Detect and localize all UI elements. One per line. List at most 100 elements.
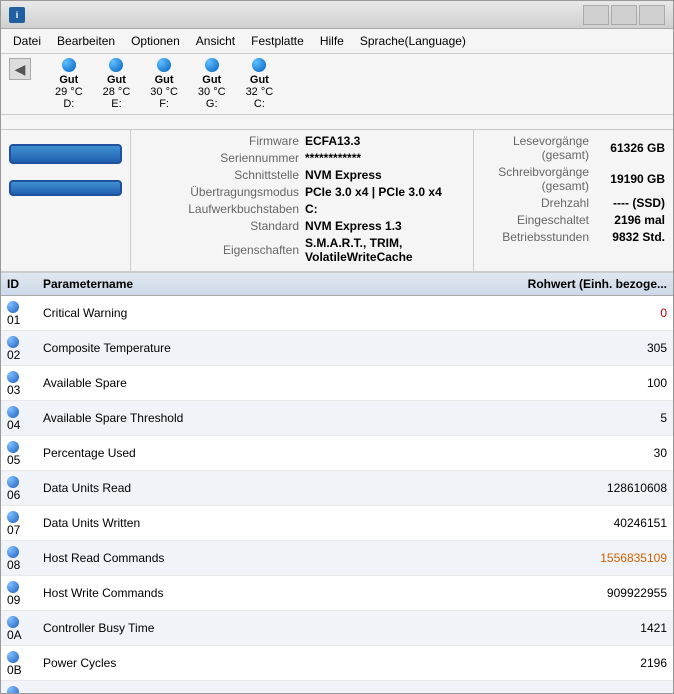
table-row[interactable]: 0B Power Cycles 2196 <box>1 646 673 681</box>
row-graph <box>493 681 513 694</box>
col-name: Parametername <box>37 273 493 296</box>
row-graph <box>493 471 513 506</box>
detail-key: Standard <box>139 219 299 233</box>
right-row: Lesevorgänge (gesamt) 61326 GB <box>482 134 665 162</box>
table-row[interactable]: 0A Controller Busy Time 1421 <box>1 611 673 646</box>
drive-temp: 29 °C <box>55 86 83 98</box>
row-name: Controller Busy Time <box>37 611 493 646</box>
row-graph <box>493 296 513 331</box>
menu-item-ansicht[interactable]: Ansicht <box>188 31 243 51</box>
device-title <box>1 115 673 130</box>
menu-item-hilfe[interactable]: Hilfe <box>312 31 352 51</box>
detail-val: PCIe 3.0 x4 | PCIe 3.0 x4 <box>305 185 442 199</box>
detail-row: Firmware ECFA13.3 <box>139 134 465 148</box>
menu-item-sprache(language)[interactable]: Sprache(Language) <box>352 31 474 51</box>
row-graph <box>493 331 513 366</box>
drive-item-G[interactable]: Gut 30 °C G: <box>198 58 226 110</box>
menu-item-optionen[interactable]: Optionen <box>123 31 188 51</box>
right-key: Schreibvorgänge (gesamt) <box>482 165 589 193</box>
row-graph <box>493 506 513 541</box>
table-row[interactable]: 06 Data Units Read 128610608 <box>1 471 673 506</box>
menu-item-datei[interactable]: Datei <box>5 31 49 51</box>
close-button[interactable] <box>639 5 665 25</box>
right-row: Eingeschaltet 2196 mal <box>482 213 665 227</box>
menu-item-bearbeiten[interactable]: Bearbeiten <box>49 31 123 51</box>
detail-row: Standard NVM Express 1.3 <box>139 219 465 233</box>
drive-dot <box>157 58 171 72</box>
drive-dot <box>62 58 76 72</box>
right-key: Drehzahl <box>482 196 589 210</box>
row-graph <box>493 646 513 681</box>
detail-row: Übertragungsmodus PCIe 3.0 x4 | PCIe 3.0… <box>139 185 465 199</box>
table-row[interactable]: 07 Data Units Written 40246151 <box>1 506 673 541</box>
drive-item-E[interactable]: Gut 28 °C E: <box>103 58 131 110</box>
maximize-button[interactable] <box>611 5 637 25</box>
row-value: 0 <box>513 296 673 331</box>
row-dot <box>7 651 19 663</box>
row-id: 05 <box>1 436 37 471</box>
table-row[interactable]: 08 Host Read Commands 1556835109 <box>1 541 673 576</box>
table-row[interactable]: 02 Composite Temperature 305 <box>1 331 673 366</box>
table-row[interactable]: 09 Host Write Commands 909922955 <box>1 576 673 611</box>
row-name: Power Cycles <box>37 646 493 681</box>
right-val: 2196 mal <box>595 213 665 227</box>
drive-item-C[interactable]: Gut 32 °C C: <box>246 58 274 110</box>
row-id: 07 <box>1 506 37 541</box>
right-key: Eingeschaltet <box>482 213 589 227</box>
temperature-box <box>9 180 122 196</box>
row-value: 5 <box>513 401 673 436</box>
drive-item-F[interactable]: Gut 30 °C F: <box>150 58 178 110</box>
detail-key: Laufwerkbuchstaben <box>139 202 299 216</box>
col-empty <box>493 273 513 296</box>
row-dot <box>7 476 19 488</box>
drive-health-label: Gut <box>59 74 78 86</box>
right-row: Drehzahl ---- (SSD) <box>482 196 665 210</box>
drive-health-label: Gut <box>250 74 269 86</box>
prev-drive-button[interactable]: ◀ <box>9 58 31 80</box>
main-window: i DateiBearbeitenOptionenAnsichtFestplat… <box>0 0 674 694</box>
row-dot <box>7 686 19 693</box>
drive-dot <box>205 58 219 72</box>
row-graph <box>493 366 513 401</box>
row-value: 1556835109 <box>513 541 673 576</box>
row-value: 305 <box>513 331 673 366</box>
window-controls <box>583 5 665 25</box>
row-graph <box>493 576 513 611</box>
table-row[interactable]: 01 Critical Warning 0 <box>1 296 673 331</box>
table-row[interactable]: 03 Available Spare 100 <box>1 366 673 401</box>
detail-key: Eigenschaften <box>139 243 299 257</box>
row-graph <box>493 541 513 576</box>
detail-val: S.M.A.R.T., TRIM, VolatileWriteCache <box>305 236 465 264</box>
app-icon: i <box>9 7 25 23</box>
row-value: 2196 <box>513 646 673 681</box>
row-dot <box>7 441 19 453</box>
row-id: 03 <box>1 366 37 401</box>
table-row[interactable]: 0C Power On Hours 9832 <box>1 681 673 694</box>
detail-panel: Firmware ECFA13.3 Seriennummer *********… <box>131 130 473 271</box>
minimize-button[interactable] <box>583 5 609 25</box>
drive-temp: 30 °C <box>150 86 178 98</box>
drive-item-D[interactable]: Gut 29 °C D: <box>55 58 83 110</box>
info-section: Firmware ECFA13.3 Seriennummer *********… <box>1 130 673 272</box>
drive-dot <box>252 58 266 72</box>
row-name: Available Spare <box>37 366 493 401</box>
row-id: 0A <box>1 611 37 646</box>
row-id: 04 <box>1 401 37 436</box>
health-status-box <box>9 144 122 164</box>
drive-temp: 32 °C <box>246 86 274 98</box>
smart-table: ID Parametername Rohwert (Einh. bezoge..… <box>1 273 673 693</box>
drive-dot <box>109 58 123 72</box>
smart-table-section: ID Parametername Rohwert (Einh. bezoge..… <box>1 272 673 693</box>
menu-item-festplatte[interactable]: Festplatte <box>243 31 312 51</box>
drive-letter: F: <box>159 98 169 110</box>
table-row[interactable]: 04 Available Spare Threshold 5 <box>1 401 673 436</box>
row-name: Host Write Commands <box>37 576 493 611</box>
row-name: Available Spare Threshold <box>37 401 493 436</box>
row-dot <box>7 581 19 593</box>
row-id: 01 <box>1 296 37 331</box>
drive-temp: 30 °C <box>198 86 226 98</box>
row-id: 02 <box>1 331 37 366</box>
table-row[interactable]: 05 Percentage Used 30 <box>1 436 673 471</box>
right-panel: Lesevorgänge (gesamt) 61326 GB Schreibvo… <box>473 130 673 271</box>
row-name: Data Units Read <box>37 471 493 506</box>
